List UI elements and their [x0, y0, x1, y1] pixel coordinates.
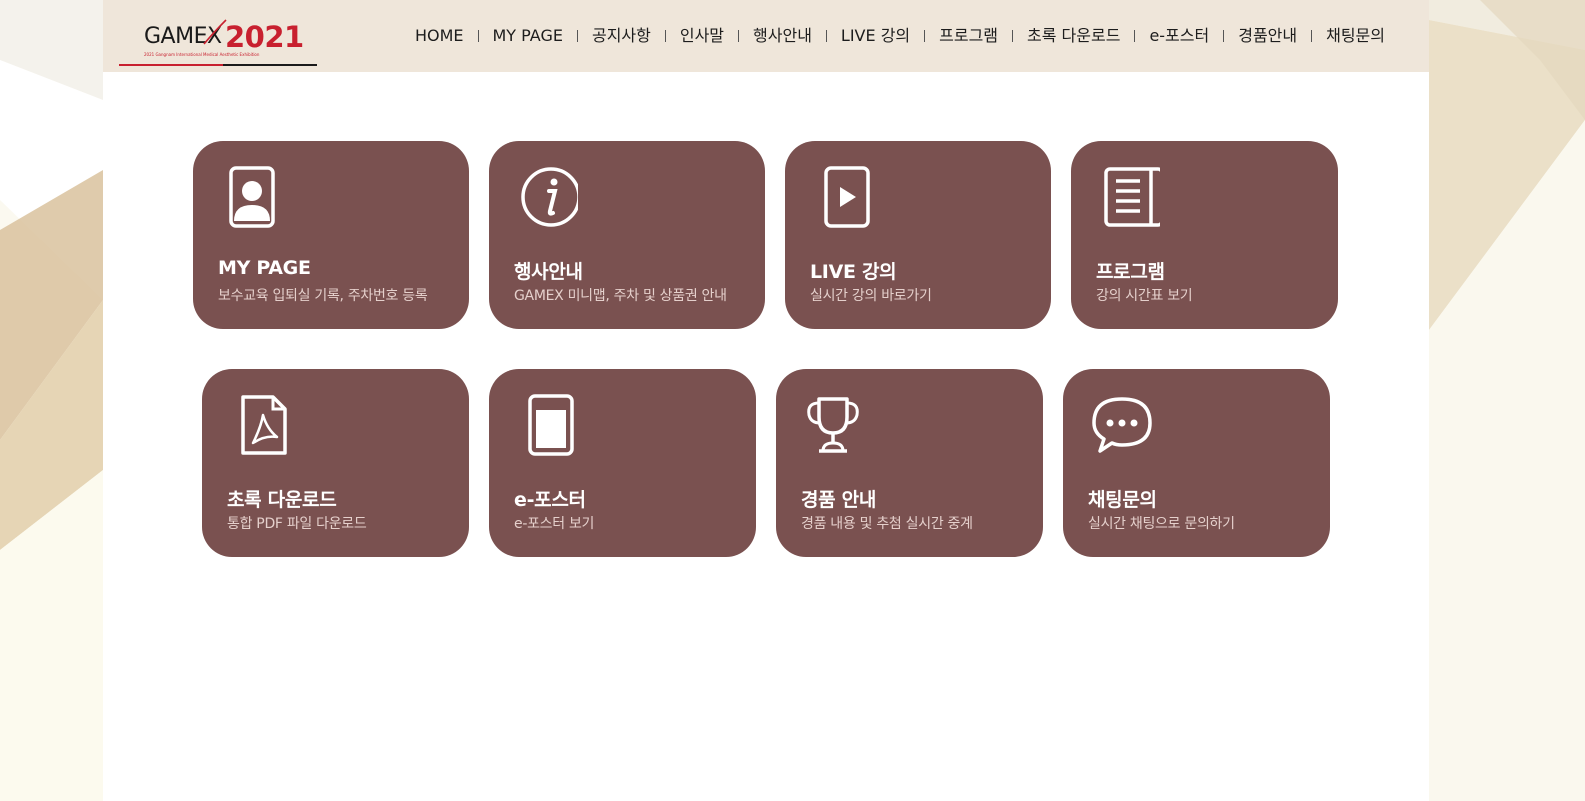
card-description: 통합 PDF 파일 다운로드: [227, 516, 367, 532]
card-title: 행사안내: [514, 261, 583, 283]
card-program[interactable]: 프로그램 강의 시간표 보기: [1071, 141, 1338, 329]
nav-event-info[interactable]: 행사안내: [739, 24, 826, 48]
logo-underline-black: [223, 64, 317, 66]
card-title: 경품 안내: [801, 489, 877, 511]
logo-year: 2021: [225, 20, 304, 54]
user-badge-icon: [229, 166, 275, 228]
card-description: 보수교육 입퇴실 기록, 주차번호 등록: [218, 288, 428, 304]
nav-e-poster[interactable]: e-포스터: [1135, 24, 1223, 48]
info-icon: [521, 167, 578, 227]
card-description: 강의 시간표 보기: [1096, 288, 1193, 304]
card-live-lecture[interactable]: LIVE 강의 실시간 강의 바로가기: [785, 141, 1051, 329]
nav-chat-inquiry[interactable]: 채팅문의: [1312, 24, 1399, 48]
book-list-icon: [1104, 167, 1160, 227]
nav-prize-info[interactable]: 경품안내: [1224, 24, 1311, 48]
nav-my-page[interactable]: MY PAGE: [479, 24, 577, 48]
header-bar: GAMEX 2021 2021 Gangnam International Me…: [103, 0, 1429, 72]
card-my-page[interactable]: MY PAGE 보수교육 입퇴실 기록, 주차번호 등록: [193, 141, 469, 329]
trophy-icon: [807, 397, 859, 453]
nav-live-lecture[interactable]: LIVE 강의: [827, 24, 924, 48]
video-play-icon: [824, 166, 870, 228]
card-title: MY PAGE: [218, 257, 311, 279]
card-description: GAMEX 미니맵, 주차 및 상품권 안내: [514, 288, 727, 304]
card-title: 초록 다운로드: [227, 489, 337, 511]
nav-greeting[interactable]: 인사말: [666, 24, 738, 48]
card-description: 실시간 강의 바로가기: [810, 288, 932, 304]
card-e-poster[interactable]: e-포스터 e-포스터 보기: [489, 369, 756, 557]
card-description: 경품 내용 및 추첨 실시간 중계: [801, 516, 973, 532]
chat-bubble-icon: [1092, 397, 1152, 453]
card-abstract-download[interactable]: 초록 다운로드 통합 PDF 파일 다운로드: [202, 369, 469, 557]
card-description: 실시간 채팅으로 문의하기: [1088, 516, 1235, 532]
logo-tagline: 2021 Gangnam International Medical Aesth…: [144, 52, 260, 57]
card-title: 채팅문의: [1088, 489, 1157, 511]
nav-abstract-download[interactable]: 초록 다운로드: [1013, 24, 1134, 48]
logo-underline-red: [119, 64, 223, 66]
card-title: 프로그램: [1096, 261, 1165, 283]
card-chat-inquiry[interactable]: 채팅문의 실시간 채팅으로 문의하기: [1063, 369, 1330, 557]
tablet-icon: [528, 394, 574, 456]
main-nav: HOME MY PAGE 공지사항 인사말 행사안내 LIVE 강의 프로그램 …: [401, 24, 1399, 48]
page-container: GAMEX 2021 2021 Gangnam International Me…: [103, 0, 1429, 801]
card-event-info[interactable]: 행사안내 GAMEX 미니맵, 주차 및 상품권 안내: [489, 141, 765, 329]
card-description: e-포스터 보기: [514, 516, 595, 532]
nav-program[interactable]: 프로그램: [925, 24, 1012, 48]
card-title: e-포스터: [514, 489, 586, 511]
nav-notices[interactable]: 공지사항: [578, 24, 665, 48]
card-title: LIVE 강의: [810, 261, 897, 283]
pdf-file-icon: [241, 395, 287, 455]
gamex-logo[interactable]: GAMEX 2021 2021 Gangnam International Me…: [118, 8, 318, 66]
card-prize-info[interactable]: 경품 안내 경품 내용 및 추첨 실시간 중계: [776, 369, 1043, 557]
nav-home[interactable]: HOME: [401, 24, 478, 48]
